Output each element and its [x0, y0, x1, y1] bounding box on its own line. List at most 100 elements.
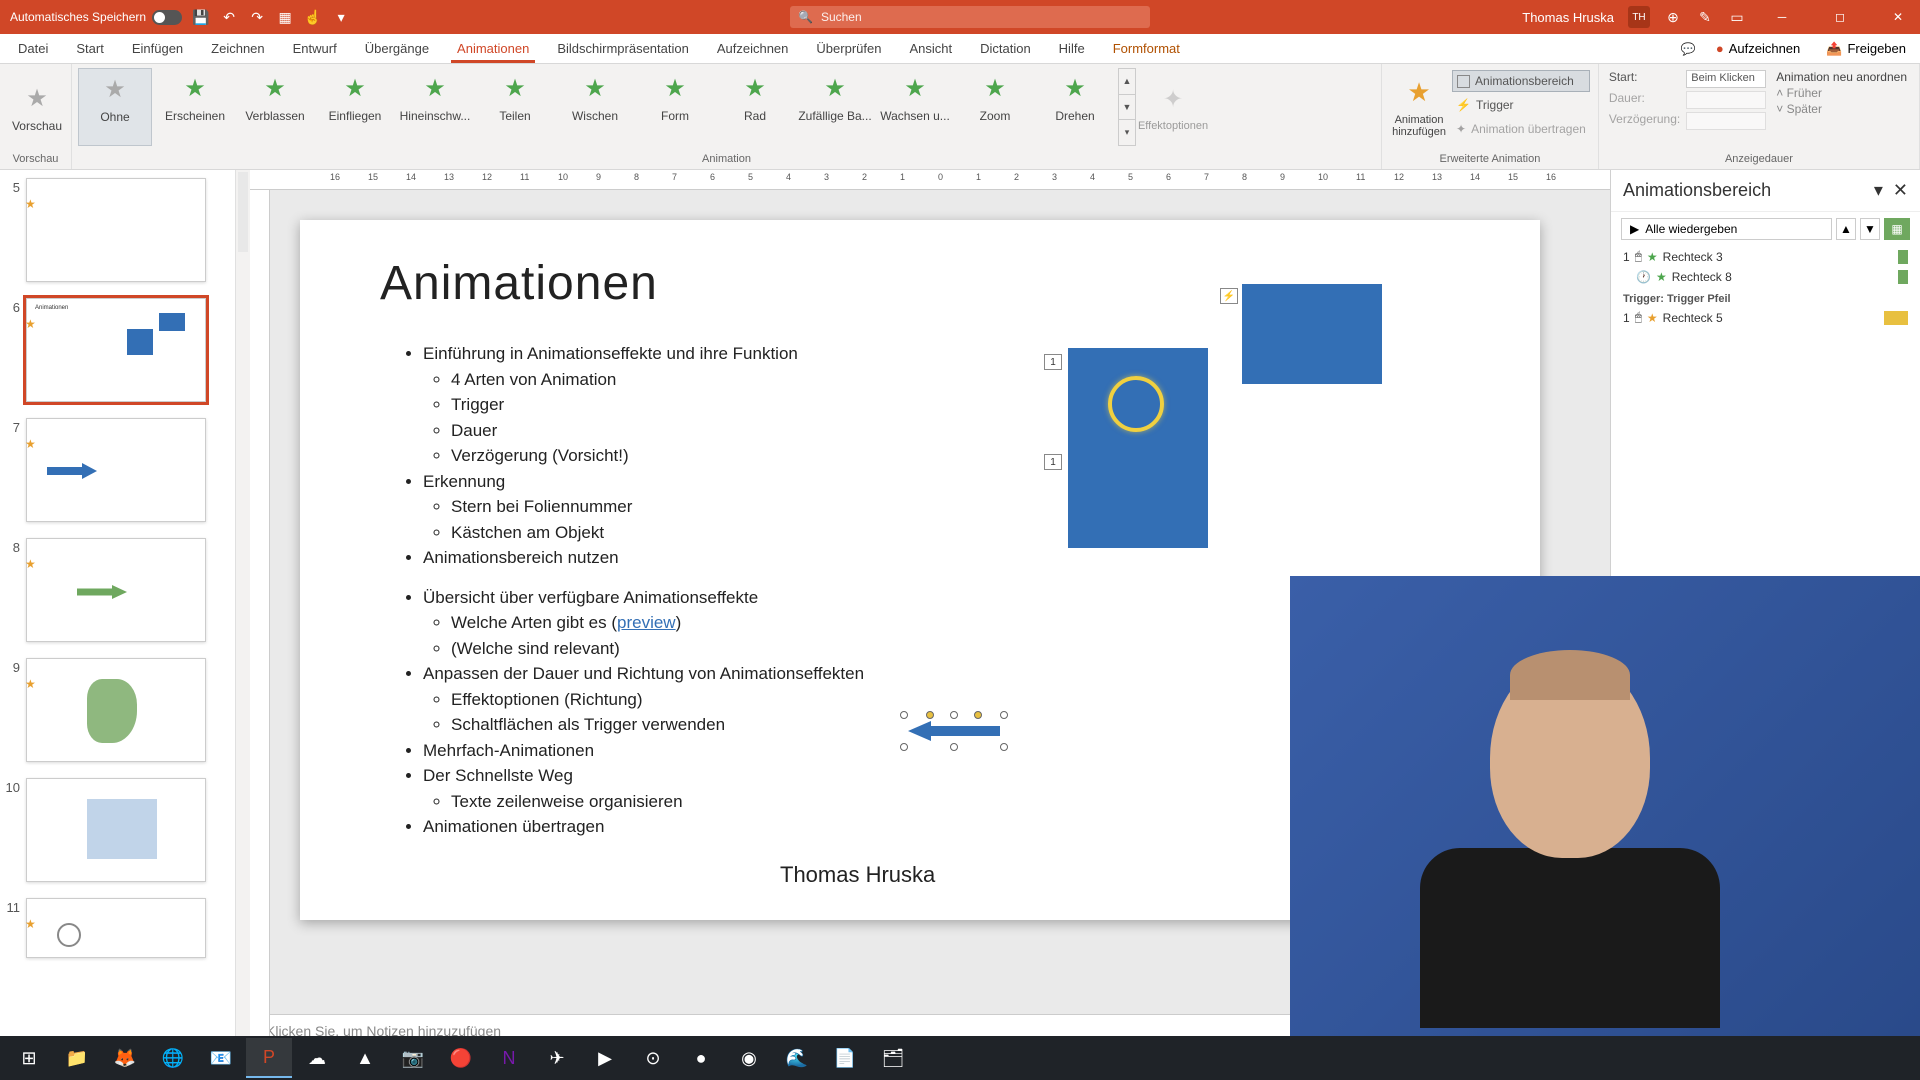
move-up-button[interactable]: ▲	[1836, 218, 1856, 240]
tab-uebergaenge[interactable]: Übergänge	[351, 34, 443, 63]
qat-more-icon[interactable]: ▾	[332, 8, 350, 26]
slide-thumb-9[interactable]: ★	[26, 658, 206, 762]
pane-dropdown-icon[interactable]: ▾	[1874, 180, 1883, 201]
user-name[interactable]: Thomas Hruska	[1522, 10, 1614, 25]
anim-zufaellige[interactable]: ★Zufällige Ba...	[798, 68, 872, 146]
anim-zoom[interactable]: ★Zoom	[958, 68, 1032, 146]
taskbar-chrome-icon[interactable]: 🌐	[150, 1038, 196, 1078]
tab-animationen[interactable]: Animationen	[443, 34, 543, 63]
ink-icon[interactable]: ✎	[1696, 8, 1714, 26]
taskbar-edge-icon[interactable]: 🌊	[774, 1038, 820, 1078]
tab-datei[interactable]: Datei	[4, 34, 62, 63]
taskbar-firefox-icon[interactable]: 🦊	[102, 1038, 148, 1078]
taskbar-app-icon[interactable]: ●	[678, 1038, 724, 1078]
taskbar-app-icon[interactable]: ▶	[582, 1038, 628, 1078]
gallery-more-icon[interactable]: ▾	[1119, 120, 1135, 145]
taskbar-app-icon[interactable]: 🔴	[438, 1038, 484, 1078]
anim-wachsen[interactable]: ★Wachsen u...	[878, 68, 952, 146]
slide-thumbnails-panel[interactable]: 5★ 6★Animationen 7★ 8★ 9★ 10 11★	[0, 170, 236, 1052]
pane-close-icon[interactable]: ✕	[1893, 180, 1908, 201]
anim-order-tag[interactable]: 1	[1044, 354, 1062, 370]
slide-thumb-7[interactable]: ★	[26, 418, 206, 522]
minimize-button[interactable]: ─	[1760, 0, 1804, 34]
taskbar-app-icon[interactable]: ◉	[726, 1038, 772, 1078]
trigger-button[interactable]: ⚡Trigger	[1452, 94, 1590, 116]
anim-einfliegen[interactable]: ★Einfliegen	[318, 68, 392, 146]
taskbar-telegram-icon[interactable]: ✈	[534, 1038, 580, 1078]
anim-item-2[interactable]: 🕐 ★ Rechteck 8	[1611, 267, 1920, 287]
anim-wischen[interactable]: ★Wischen	[558, 68, 632, 146]
sync-icon[interactable]: ⊕	[1664, 8, 1682, 26]
tab-dictation[interactable]: Dictation	[966, 34, 1045, 63]
slide-thumb-11[interactable]: ★	[26, 898, 206, 958]
user-avatar[interactable]: TH	[1628, 6, 1650, 28]
gallery-down-icon[interactable]: ▼	[1119, 95, 1135, 121]
slide-thumb-8[interactable]: ★	[26, 538, 206, 642]
anim-ohne[interactable]: ★Ohne	[78, 68, 152, 146]
anim-order-tag[interactable]: 1	[1044, 454, 1062, 470]
share-button[interactable]: 📤Freigeben	[1820, 38, 1912, 60]
taskbar-app-icon[interactable]: 📷	[390, 1038, 436, 1078]
maximize-button[interactable]: ◻	[1818, 0, 1862, 34]
start-menu-button[interactable]: ⊞	[6, 1038, 52, 1078]
tab-einfuegen[interactable]: Einfügen	[118, 34, 197, 63]
anim-erscheinen[interactable]: ★Erscheinen	[158, 68, 232, 146]
taskbar-vlc-icon[interactable]: ▲	[342, 1038, 388, 1078]
tab-ueberpruefen[interactable]: Überprüfen	[802, 34, 895, 63]
ribbon-mode-icon[interactable]: ▭	[1728, 8, 1746, 26]
anim-verblassen[interactable]: ★Verblassen	[238, 68, 312, 146]
slide-thumb-5[interactable]: ★	[26, 178, 206, 282]
vorschau-button[interactable]: ★ Vorschau	[6, 68, 68, 146]
dauer-input[interactable]	[1686, 91, 1766, 109]
taskbar-explorer-icon[interactable]: 📁	[54, 1038, 100, 1078]
anim-hineinschweben[interactable]: ★Hineinschw...	[398, 68, 472, 146]
gallery-up-icon[interactable]: ▲	[1119, 69, 1135, 95]
animation-hinzufuegen-button[interactable]: ★ Animation hinzufügen	[1388, 68, 1450, 146]
move-down-button[interactable]: ▼	[1860, 218, 1880, 240]
touch-icon[interactable]: ☝	[304, 8, 322, 26]
redo-icon[interactable]: ↷	[248, 8, 266, 26]
verzoegerung-input[interactable]	[1686, 112, 1766, 130]
undo-icon[interactable]: ↶	[220, 8, 238, 26]
taskbar-app-icon[interactable]: 📄	[822, 1038, 868, 1078]
taskbar-app-icon[interactable]: ☁	[294, 1038, 340, 1078]
anim-form[interactable]: ★Form	[638, 68, 712, 146]
splitter-vertical[interactable]	[236, 170, 250, 1052]
toggle-switch[interactable]	[152, 10, 182, 25]
close-button[interactable]: ✕	[1876, 0, 1920, 34]
slide-thumb-6[interactable]: ★Animationen	[26, 298, 206, 402]
autosave-toggle[interactable]: Automatisches Speichern	[10, 10, 182, 25]
add-star-icon: ★	[1407, 77, 1430, 108]
taskbar-powerpoint-icon[interactable]: P	[246, 1038, 292, 1078]
tab-aufzeichnen[interactable]: Aufzeichnen	[703, 34, 803, 63]
save-icon[interactable]: 💾	[192, 8, 210, 26]
slide-thumb-10[interactable]	[26, 778, 206, 882]
taskbar-outlook-icon[interactable]: 📧	[198, 1038, 244, 1078]
tab-bildschirm[interactable]: Bildschirmpräsentation	[543, 34, 703, 63]
anim-teilen[interactable]: ★Teilen	[478, 68, 552, 146]
animationsbereich-button[interactable]: Animationsbereich	[1452, 70, 1590, 92]
tab-ansicht[interactable]: Ansicht	[895, 34, 966, 63]
comments-icon[interactable]: 💬	[1681, 42, 1696, 56]
tab-start[interactable]: Start	[62, 34, 117, 63]
shape-trigger-pfeil[interactable]	[904, 715, 1004, 747]
taskbar-app-icon[interactable]: 🗂	[870, 1038, 916, 1078]
anim-item-3[interactable]: 1 🖱 ★ Rechteck 5	[1611, 307, 1920, 328]
anim-item-1[interactable]: 1 🖱 ★ Rechteck 3	[1611, 246, 1920, 267]
present-icon[interactable]: ▦	[276, 8, 294, 26]
anim-lightning-tag[interactable]: ⚡	[1220, 288, 1238, 304]
start-dropdown[interactable]: Beim Klicken	[1686, 70, 1766, 88]
tab-hilfe[interactable]: Hilfe	[1045, 34, 1099, 63]
anim-rad[interactable]: ★Rad	[718, 68, 792, 146]
anim-drehen[interactable]: ★Drehen	[1038, 68, 1112, 146]
search-box[interactable]: 🔍 Suchen	[790, 6, 1150, 28]
play-all-button[interactable]: ▶Alle wiedergeben	[1621, 218, 1832, 240]
record-button[interactable]: ●Aufzeichnen	[1710, 38, 1806, 59]
tab-zeichnen[interactable]: Zeichnen	[197, 34, 278, 63]
taskbar-app-icon[interactable]: ⊙	[630, 1038, 676, 1078]
pane-toggle-button[interactable]: ▦	[1884, 218, 1910, 240]
shape-rechteck-8[interactable]	[1242, 284, 1382, 384]
taskbar-onenote-icon[interactable]: N	[486, 1038, 532, 1078]
tab-entwurf[interactable]: Entwurf	[279, 34, 351, 63]
tab-formformat[interactable]: Formformat	[1099, 34, 1194, 63]
